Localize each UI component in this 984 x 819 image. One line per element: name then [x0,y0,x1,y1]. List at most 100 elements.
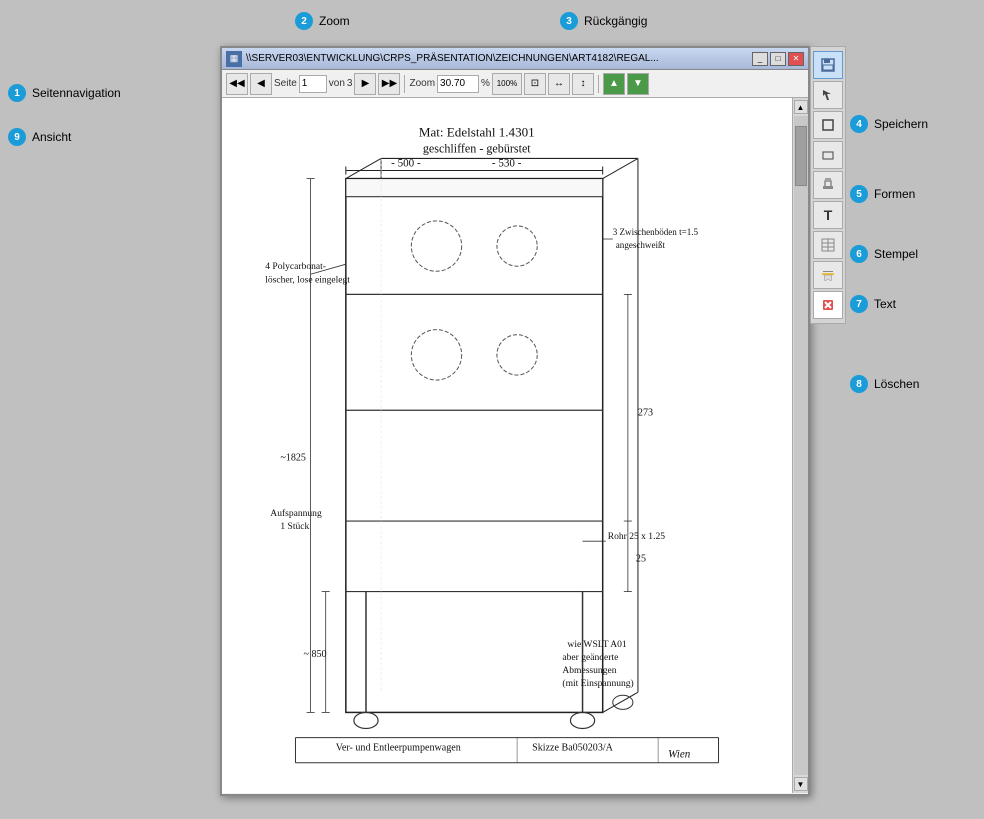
speichern-callout: 4 Speichern [850,115,928,133]
main-window: ▦ \\SERVER03\ENTWICKLUNG\CRPS_PRÄSENTATI… [220,46,810,796]
ansicht-label: Ansicht [32,130,71,144]
window-title: \\SERVER03\ENTWICKLUNG\CRPS_PRÄSENTATION… [246,53,659,64]
svg-text:Abmessungen: Abmessungen [562,665,616,676]
content-area: Mat: Edelstahl 1.4301 geschliffen - gebü… [222,98,808,793]
text-callout: 7 Text [850,295,896,313]
rueckgaengig-callout-number: 3 [560,12,578,30]
nav-down-button[interactable]: ▼ [627,73,649,95]
text-tool-button[interactable]: T [813,201,843,229]
zoom-toolbar-label: Zoom [409,78,435,89]
ansicht-callout: 9 Ansicht [8,128,71,146]
page-total: 3 [347,78,353,89]
svg-text:angeschweißt: angeschweißt [616,240,666,250]
close-button[interactable]: ✕ [788,52,804,66]
svg-text:273: 273 [638,407,653,418]
drawing-area[interactable]: Mat: Edelstahl 1.4301 geschliffen - gebü… [222,98,792,793]
stamp-icon [821,178,835,192]
svg-text:~ 850: ~ 850 [304,649,327,660]
save-tool-button[interactable] [813,51,843,79]
first-page-button[interactable]: ◀◀ [226,73,248,95]
speichern-label: Speichern [874,117,928,131]
svg-text:- 530 -: - 530 - [492,157,522,169]
seitennavigation-number: 1 [8,84,26,102]
delete-tool-button[interactable] [813,291,843,319]
zoom-callout: 2 Zoom [295,12,350,30]
arrow-tool-button[interactable] [813,81,843,109]
table-tool-button[interactable] [813,231,843,259]
separator-1 [404,75,405,93]
select-rect-button[interactable] [813,111,843,139]
text-number: 7 [850,295,868,313]
zoom-fit-button[interactable]: ⊡ [524,73,546,95]
toolbar: ◀◀ ◀ Seite von 3 ▶ ▶▶ Zoom % 100% ⊡ ↔ ↕ … [222,70,808,98]
rect-tool-button[interactable] [813,141,843,169]
last-page-button[interactable]: ▶▶ [378,73,400,95]
seitennavigation-callout: 1 Seitennavigation [8,84,121,102]
page-input[interactable] [299,75,327,93]
loeschen-number: 8 [850,375,868,393]
prev-page-button[interactable]: ◀ [250,73,272,95]
drawing-svg: Mat: Edelstahl 1.4301 geschliffen - gebü… [222,98,792,793]
next-page-button[interactable]: ▶ [354,73,376,95]
scrollbar-vertical[interactable]: ▲ ▼ [792,98,808,793]
minimize-button[interactable]: _ [752,52,768,66]
highlight-tool-button[interactable] [813,261,843,289]
select-rect-icon [821,118,835,132]
scroll-track[interactable] [794,116,808,775]
delete-icon [821,298,835,312]
svg-text:Rohr 25 x 1.25: Rohr 25 x 1.25 [608,531,666,542]
stempel-number: 6 [850,245,868,263]
zoom-callout-label: Zoom [319,14,350,28]
zoom-height-button[interactable]: ↕ [572,73,594,95]
rueckgaengig-callout: 3 Rückgängig [560,12,647,30]
formen-callout: 5 Formen [850,185,915,203]
title-bar: ▦ \\SERVER03\ENTWICKLUNG\CRPS_PRÄSENTATI… [222,48,808,70]
separator-2 [598,75,599,93]
page-label: Seite [274,78,297,89]
speichern-number: 4 [850,115,868,133]
formen-label: Formen [874,187,915,201]
svg-text:Aufspannung: Aufspannung [270,508,322,519]
highlight-icon [821,268,835,282]
svg-text:1 Stück: 1 Stück [280,521,309,532]
svg-text:Skizze Ba050203/A: Skizze Ba050203/A [532,743,613,754]
zoom-width-button[interactable]: ↔ [548,73,570,95]
loeschen-callout: 8 Löschen [850,375,919,393]
zoom-input[interactable] [437,75,479,93]
svg-text:Wien: Wien [668,749,691,761]
save-icon [820,57,836,73]
svg-text:Ver- und Entleerpumpenwagen: Ver- und Entleerpumpenwagen [336,743,461,754]
scroll-up-button[interactable]: ▲ [794,100,808,114]
stamp-tool-button[interactable] [813,171,843,199]
rueckgaengig-callout-label: Rückgängig [584,14,647,28]
formen-number: 5 [850,185,868,203]
svg-text:~1825: ~1825 [280,453,306,464]
text-label: Text [874,297,896,311]
nav-up-button[interactable]: ▲ [603,73,625,95]
right-toolbar: T [810,46,846,324]
thin-rect-icon [821,148,835,162]
svg-text:wie WSLT A01: wie WSLT A01 [567,639,626,650]
zoom-percent: % [481,78,490,89]
svg-text:4 Polycarbonat-: 4 Polycarbonat- [265,261,326,272]
scroll-thumb[interactable] [795,126,807,186]
ansicht-number: 9 [8,128,26,146]
svg-text:Mat: Edelstahl 1.4301: Mat: Edelstahl 1.4301 [419,124,535,139]
window-icon: ▦ [226,51,242,67]
svg-text:25: 25 [636,553,646,564]
svg-text:aber geänderte: aber geänderte [562,652,618,663]
zoom-100-button[interactable]: 100% [492,73,522,95]
svg-text:geschliffen - gebürstet: geschliffen - gebürstet [423,141,531,155]
svg-text:löscher, lose eingelegt: löscher, lose eingelegt [265,274,350,285]
zoom-callout-number: 2 [295,12,313,30]
stempel-label: Stempel [874,247,918,261]
svg-text:- 500 -: - 500 - [391,157,421,169]
maximize-button[interactable]: □ [770,52,786,66]
arrow-icon [821,88,835,102]
stempel-callout: 6 Stempel [850,245,918,263]
scroll-down-button[interactable]: ▼ [794,777,808,791]
svg-text:3 Zwischenböden t=1.5: 3 Zwischenböden t=1.5 [613,227,699,237]
page-separator: von [329,78,345,89]
table-icon [821,238,835,252]
loeschen-label: Löschen [874,377,919,391]
